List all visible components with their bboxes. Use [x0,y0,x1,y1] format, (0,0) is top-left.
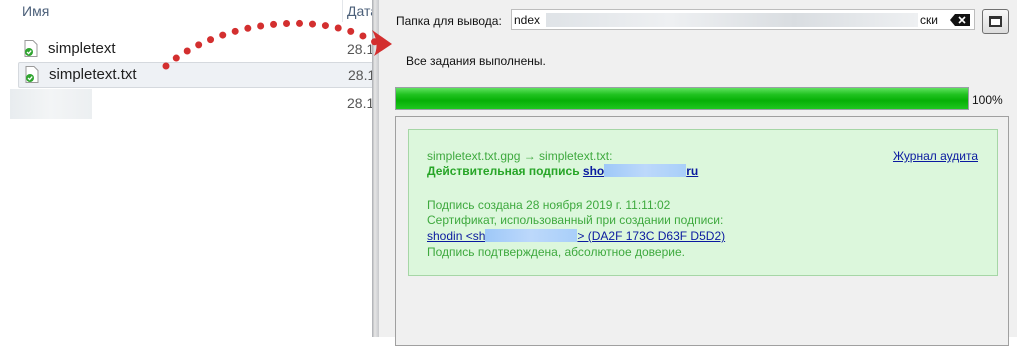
signer-end: ru [686,164,699,178]
progress-bar [395,87,969,110]
file-explorer-pane: Имя Дата simpletext 28.1 simpletext.txt … [0,0,380,337]
signed-file-icon [25,66,39,83]
results-frame: simpletext.txt.gpg → simpletext.txt: Жур… [395,116,1009,346]
file-row-simpletext-txt[interactable]: simpletext.txt 28.1 [18,62,380,88]
file-date: 28.1 [347,41,375,57]
signature-result-box: simpletext.txt.gpg → simpletext.txt: Жур… [408,129,998,276]
progress-percent: 100% [972,93,1003,107]
cert-end: > (DA2F 173C D63F D5D2) [577,229,726,243]
signature-confirmed: Подпись подтверждена, абсолютное доверие… [427,245,685,259]
file-row-redacted[interactable]: 28.1 [10,89,378,119]
valid-signature-label: Действительная подпись [427,164,580,178]
redacted-file-name [10,89,92,119]
decrypt-verify-panel: Папка для вывода: ndex ски Все задания в… [379,0,1017,346]
signer-link[interactable]: sho ru [583,164,698,178]
progress-fill [396,88,968,109]
audit-log-link[interactable]: Журнал аудита [893,149,978,163]
redacted-email [485,229,578,242]
certificate-label: Сертификат, использованный при создании … [427,213,724,227]
output-folder-label: Папка для вывода: [396,14,502,28]
valid-signature-line: Действительная подпись sho ru [427,164,698,178]
certificate-link[interactable]: shodin <sh > (DA2F 173C D63F D5D2) [427,229,725,243]
file-name: simpletext [48,40,116,57]
browse-folder-button[interactable] [982,9,1009,34]
file-row-simpletext[interactable]: simpletext 28.1 [18,37,378,61]
status-text: Все задания выполнены. [406,54,546,68]
folder-icon [989,16,1002,27]
redacted-path [546,13,918,27]
signer-start: sho [582,164,605,178]
output-path-prefix: ndex [514,13,541,27]
output-folder-input[interactable]: ndex ски [511,9,975,30]
clear-input-icon[interactable] [949,13,971,27]
output-path-suffix: ски [920,13,938,27]
file-date: 28.1 [347,95,375,111]
file-mapping: simpletext.txt.gpg → simpletext.txt: [427,149,613,163]
column-header: Имя Дата [0,0,378,24]
column-name-header[interactable]: Имя [22,3,49,19]
signed-file-icon [24,40,38,57]
file-name: simpletext.txt [49,66,137,83]
redacted-email [604,164,687,177]
signature-created: Подпись создана 28 ноября 2019 г. 11:11:… [427,198,671,212]
column-separator[interactable] [342,0,343,22]
cert-start: shodin <sh [427,229,486,243]
pane-divider[interactable] [372,0,379,337]
